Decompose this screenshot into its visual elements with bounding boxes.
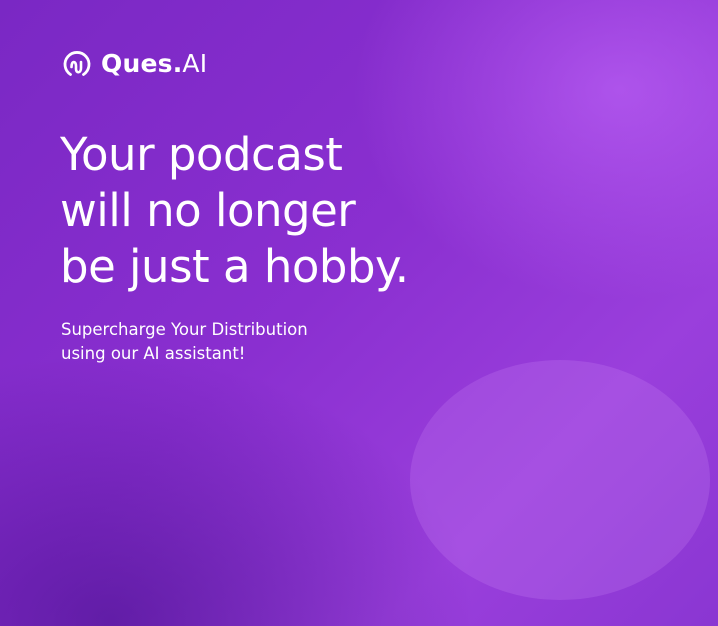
brand-wordmark: Ques.AI xyxy=(101,48,207,80)
promo-banner: Ques.AI Your podcast will no longer be j… xyxy=(0,0,718,626)
dotted-wave-illustration xyxy=(410,360,710,600)
headline-line: Your podcast xyxy=(60,128,343,181)
brand-suffix: AI xyxy=(182,49,208,78)
headline-line: will no longer xyxy=(60,184,356,237)
subheading-line: using our AI assistant! xyxy=(61,344,246,363)
headline-line: be just a hobby. xyxy=(60,240,409,293)
wave-glow xyxy=(410,360,710,600)
subheading-line: Supercharge Your Distribution xyxy=(61,320,308,339)
brand-dot: . xyxy=(172,49,183,78)
brand-logo: Ques.AI xyxy=(61,47,207,81)
hero-subheading: Supercharge Your Distribution using our … xyxy=(61,318,308,366)
soundwave-loop-icon xyxy=(63,51,91,76)
brand-name: Ques xyxy=(101,49,173,78)
hero-headline: Your podcast will no longer be just a ho… xyxy=(60,127,409,295)
